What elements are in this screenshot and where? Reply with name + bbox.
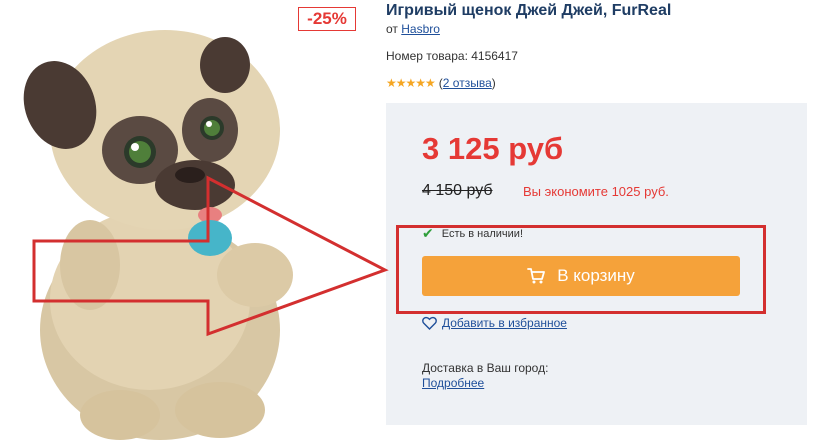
product-image bbox=[0, 0, 390, 443]
brand-link[interactable]: Hasbro bbox=[401, 22, 440, 36]
reviews-link[interactable]: 2 отзыва bbox=[443, 76, 492, 90]
rating-stars-icon: ★★★★★ bbox=[386, 76, 436, 90]
add-to-favorites-link[interactable]: Добавить в избранное bbox=[422, 316, 567, 330]
add-to-favorites-label: Добавить в избранное bbox=[442, 316, 567, 330]
rating-row: ★★★★★ (2 отзыва) bbox=[386, 76, 496, 90]
discount-badge: -25% bbox=[298, 7, 356, 31]
stock-status: ✔ Есть в наличии! bbox=[422, 225, 523, 242]
plush-pug-toy bbox=[23, 30, 293, 440]
product-sku: Номер товара: 4156417 bbox=[386, 49, 518, 63]
brand-line: от Hasbro bbox=[386, 22, 440, 36]
savings-text: Вы экономите 1025 руб. bbox=[523, 184, 669, 199]
product-title: Игривый щенок Джей Джей, FurReal bbox=[386, 2, 672, 19]
add-to-cart-label: В корзину bbox=[557, 266, 635, 285]
heart-icon bbox=[422, 316, 437, 330]
check-icon: ✔ bbox=[422, 225, 434, 241]
delivery-label: Доставка в Ваш город: bbox=[422, 361, 549, 375]
discount-label: -25% bbox=[307, 9, 347, 28]
old-price: 4 150 руб bbox=[422, 182, 493, 199]
brand-prefix: от bbox=[386, 22, 398, 36]
delivery-details-link[interactable]: Подробнее bbox=[422, 376, 484, 390]
review-close-paren: ) bbox=[491, 76, 496, 90]
current-price: 3 125 руб bbox=[422, 131, 564, 166]
stock-label: Есть в наличии! bbox=[441, 227, 524, 240]
add-to-cart-button[interactable]: В корзину bbox=[422, 256, 740, 296]
cart-icon bbox=[527, 268, 546, 284]
price-panel: 3 125 руб 4 150 руб Вы экономите 1025 ру… bbox=[386, 103, 807, 425]
